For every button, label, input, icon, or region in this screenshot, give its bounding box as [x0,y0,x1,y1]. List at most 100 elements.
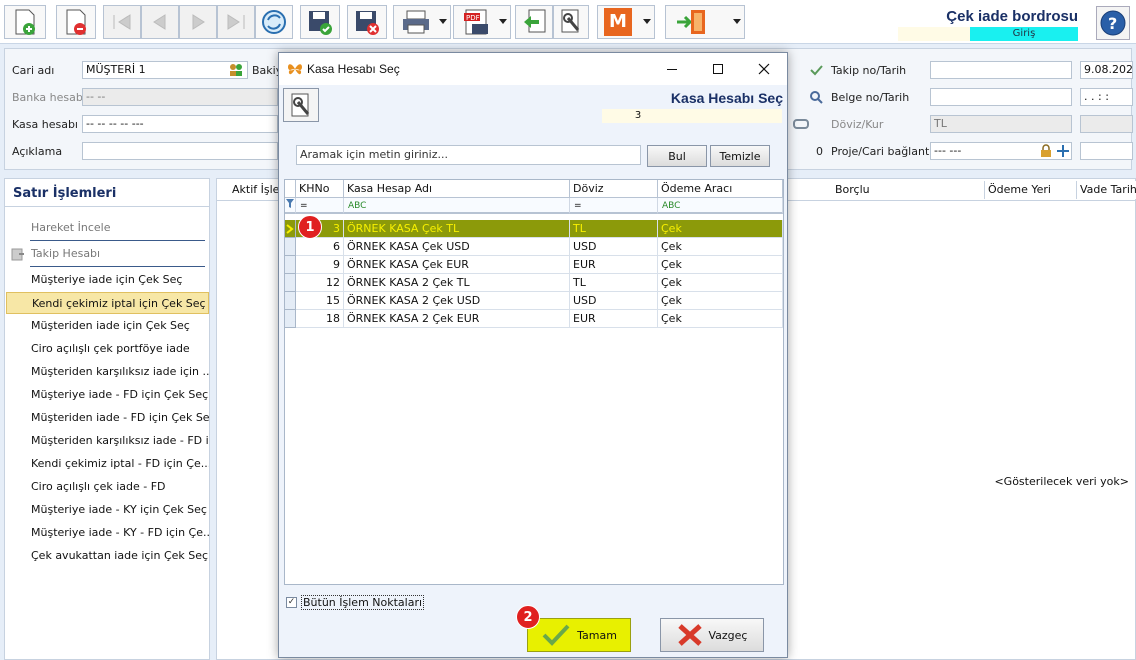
takip-date-field[interactable]: 9.08.2022 [1080,61,1133,79]
delete-button[interactable] [56,5,96,39]
filter-khno[interactable]: = [296,198,344,214]
save-button[interactable] [300,5,340,39]
doviz-select[interactable]: TL [930,115,1072,133]
lp-item[interactable]: Ciro açılışlı çek portföye iade [6,338,209,360]
cari-label: Cari adı [12,64,55,77]
table-row-selected[interactable]: 3 ÖRNEK KASA Çek TL TL Çek [285,220,783,238]
next-record-button[interactable] [179,5,217,39]
check-icon[interactable] [809,63,823,77]
temizle-button[interactable]: Temizle [710,145,770,167]
save-icon [309,11,332,35]
maximize-button[interactable] [700,57,736,81]
plus-icon[interactable] [1056,144,1070,158]
col-odeme-yeri[interactable]: Ödeme Yeri [985,181,1077,199]
cell-odeme-araci: Çek [658,238,783,256]
print-dropdown-icon[interactable] [439,19,447,24]
table-row[interactable]: 15 ÖRNEK KASA 2 Çek USD USD Çek [285,292,783,310]
lp-item[interactable]: Müşteriden iade - FD için Çek Seç [6,407,209,429]
col-odeme-araci[interactable]: Ödeme Aracı [658,180,783,198]
cari-baglanti-field[interactable] [1080,142,1133,160]
takip-no-field[interactable] [930,61,1072,79]
bul-button[interactable]: Bul [647,145,707,167]
exit-dropdown-icon[interactable] [733,19,741,24]
col-khno[interactable]: KHNo [296,180,344,198]
close-icon [758,63,770,75]
close-button[interactable] [746,57,782,81]
new-button[interactable] [4,5,46,39]
col-vade-tarihi[interactable]: Vade Tarihi [1077,181,1136,199]
vazgec-button[interactable]: Vazgeç [660,618,764,652]
link-icon[interactable] [793,117,809,131]
people-icon[interactable] [229,63,243,77]
row-indicator [285,256,296,274]
filter-doviz[interactable]: = [570,198,658,214]
table-row[interactable]: 9 ÖRNEK KASA Çek EUR EUR Çek [285,256,783,274]
lp-item[interactable]: Müşteriye iade - KY - FD için Çe... [6,522,209,544]
cell-doviz: USD [570,292,658,310]
table-row[interactable]: 18 ÖRNEK KASA 2 Çek EUR EUR Çek [285,310,783,328]
tamam-button[interactable]: Tamam [527,618,631,652]
filter-kasa-adi[interactable]: ABC [344,198,570,214]
lp-item[interactable]: Müşteriden karşılıksız iade - FD i... [6,430,209,452]
lp-item[interactable]: Çek avukattan iade için Çek Seç [6,545,209,567]
proje-label: Proje/Cari bağlantı [831,145,933,158]
first-record-button[interactable] [103,5,141,39]
lp-item[interactable]: Müşteriye iade için Çek Seç [6,269,209,291]
pdf-dropdown-icon[interactable] [499,19,507,24]
grid-corner [285,180,296,198]
search-icon[interactable] [809,90,823,104]
m-button[interactable]: M [597,5,655,39]
tamam-label: Tamam [577,628,617,642]
cell-kasa-adi: ÖRNEK KASA Çek USD [344,238,570,256]
search-input[interactable]: Aramak için metin giriniz... [296,145,641,165]
cari-field[interactable]: MÜŞTERİ 1 [82,61,248,79]
banka-field[interactable]: -- -- [82,88,278,106]
belge-no-field[interactable] [930,88,1072,106]
row-indicator [285,238,296,256]
lp-item[interactable]: Müşteriye iade - KY için Çek Seç [6,499,209,521]
lp-item-selected[interactable]: Kendi çekimiz iptal için Çek Seç [6,292,209,314]
butterfly-icon [288,64,302,75]
lp-item[interactable]: Kendi çekimiz iptal - FD için Çe... [6,453,209,475]
pdf-button[interactable]: PDF [453,5,511,39]
all-points-checkbox[interactable]: ✓ [286,597,297,608]
dialog-settings-button[interactable] [283,88,319,122]
col-borclu[interactable]: Borçlu [832,181,985,199]
prev-record-button[interactable] [141,5,179,39]
exit-button[interactable] [665,5,745,39]
kasa-field[interactable]: -- -- -- -- --- [82,115,278,133]
m-dropdown-icon[interactable] [643,19,651,24]
lp-item[interactable]: Müşteriden iade için Çek Seç [6,315,209,337]
last-record-button[interactable] [217,5,255,39]
cell-khno: 12 [296,274,344,292]
cancel-save-button[interactable] [347,5,387,39]
back-button[interactable] [515,5,553,39]
refresh-button[interactable] [255,5,293,39]
col-kasa-hesap-adi[interactable]: Kasa Hesap Adı [344,180,570,198]
lp-item-hareket-incele[interactable]: Hareket İncele [6,217,209,239]
lp-item[interactable]: Müşteriye iade - FD için Çek Seç [6,384,209,406]
lp-item[interactable]: Müşteriden karşılıksız iade için ... [6,361,209,383]
lp-item[interactable]: Ciro açılışlı çek iade - FD [6,476,209,498]
print-button[interactable] [393,5,451,39]
minimize-button[interactable] [654,57,690,81]
lp-item-takip-hesabi[interactable]: Takip Hesabı [6,243,209,265]
all-points-label[interactable]: Bütün İşlem Noktaları [301,595,425,610]
table-row[interactable]: 12 ÖRNEK KASA 2 Çek TL TL Çek [285,274,783,292]
cell-khno: 6 [296,238,344,256]
kur-field[interactable] [1080,115,1133,133]
table-row[interactable]: 6 ÖRNEK KASA Çek USD USD Çek [285,238,783,256]
settings-button[interactable] [553,5,589,39]
zero-value: 0 [816,145,823,158]
filter-odeme-araci[interactable]: ABC [658,198,783,214]
mode-badge: Giriş [970,27,1078,41]
lock-icon[interactable] [1040,144,1052,158]
filter-icon[interactable] [285,198,296,214]
aciklama-field[interactable] [82,142,278,160]
dialog-title: Kasa Hesabı Seç [307,62,400,76]
exit-icon [677,10,705,34]
col-doviz[interactable]: Döviz [570,180,658,198]
cell-odeme-araci: Çek [658,256,783,274]
belge-date-field[interactable]: . . : : [1080,88,1133,106]
help-button[interactable]: ? [1096,6,1130,40]
